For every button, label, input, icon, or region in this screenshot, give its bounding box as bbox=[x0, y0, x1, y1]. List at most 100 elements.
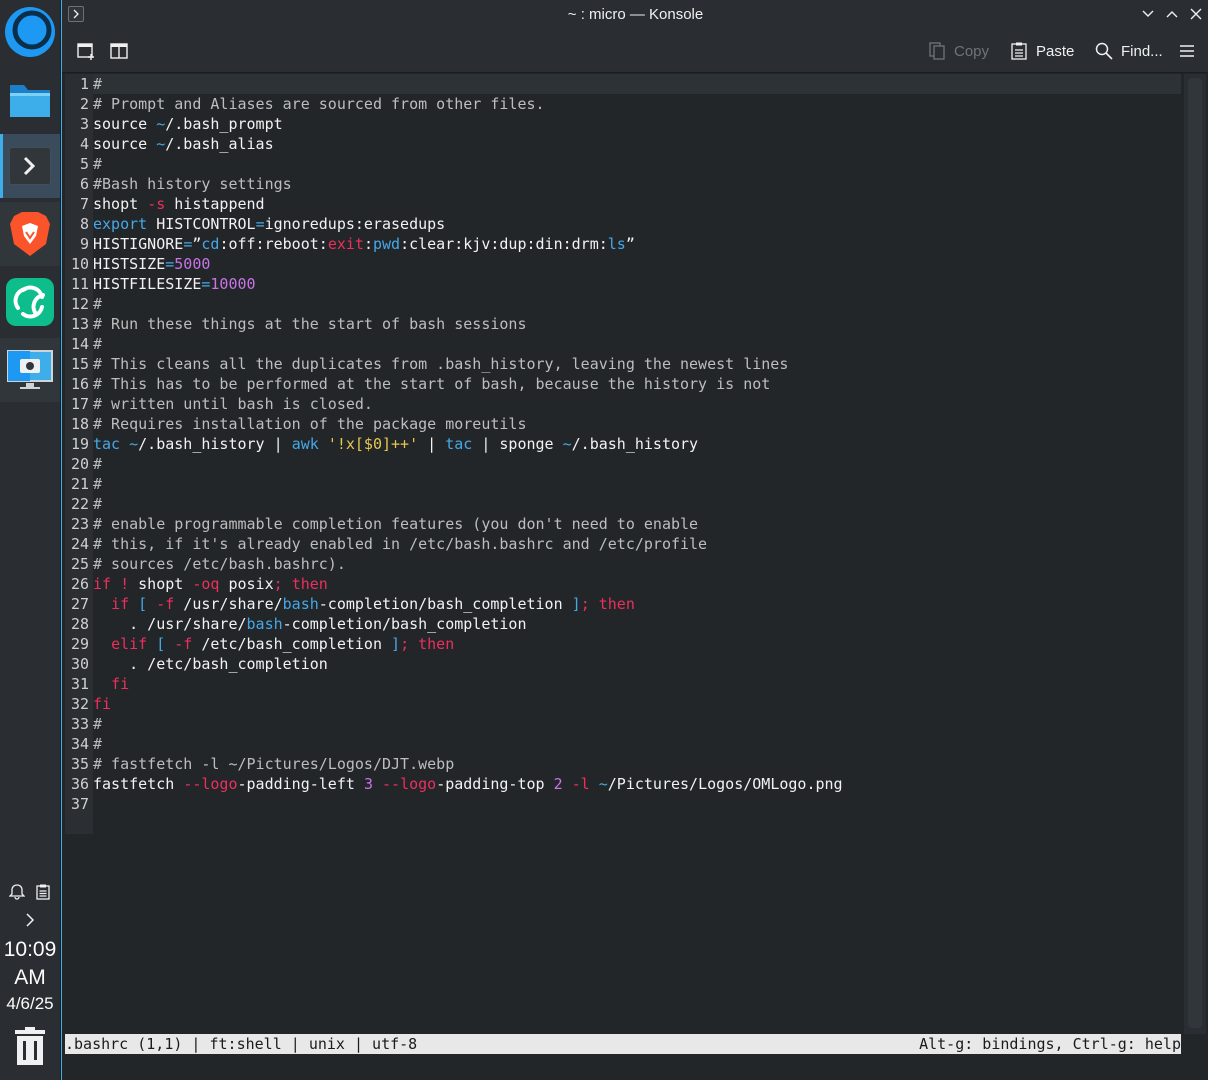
line-code: # bbox=[93, 75, 103, 93]
line-code: # sources /etc/bash.bashrc). bbox=[93, 555, 346, 573]
notification-bell-icon[interactable] bbox=[9, 884, 25, 900]
editor-line[interactable]: 19 tac ~/.bash_history | awk '!x[$0]++' |… bbox=[65, 434, 1181, 454]
maximize-chevron-icon[interactable] bbox=[1164, 6, 1180, 22]
editor-line[interactable]: 14 # bbox=[65, 334, 1181, 354]
editor-line[interactable]: 18 # Requires installation of the package… bbox=[65, 414, 1181, 434]
editor-line[interactable]: 35 # fastfetch -l ~/Pictures/Logos/DJT.we… bbox=[65, 754, 1181, 774]
hamburger-menu-button[interactable] bbox=[1178, 30, 1196, 72]
editor-line[interactable]: 8 export HISTCONTROL=ignoredups:erasedups bbox=[65, 214, 1181, 234]
line-code: # This has to be performed at the start … bbox=[93, 375, 771, 393]
editor-line[interactable]: 1 # bbox=[65, 74, 1181, 94]
line-number: 6 bbox=[65, 174, 93, 194]
line-code: tac ~/.bash_history | awk '!x[$0]++' | t… bbox=[93, 435, 699, 453]
line-number: 11 bbox=[65, 274, 93, 294]
trash-icon[interactable] bbox=[13, 1026, 47, 1066]
editor-line[interactable]: 32 fi bbox=[65, 694, 1181, 714]
tray-expand-chevron-icon[interactable] bbox=[22, 912, 38, 928]
editor-line[interactable]: 17 # written until bash is closed. bbox=[65, 394, 1181, 414]
editor-line[interactable]: 10 HISTSIZE=5000 bbox=[65, 254, 1181, 274]
file-manager-icon bbox=[10, 85, 50, 117]
editor-line[interactable]: 36 fastfetch --logo-padding-left 3 --logo… bbox=[65, 774, 1181, 794]
brave-browser-icon bbox=[10, 212, 50, 256]
line-number: 32 bbox=[65, 694, 93, 714]
scrollbar-handle[interactable] bbox=[1188, 78, 1202, 1028]
editor-line[interactable]: 22 # bbox=[65, 494, 1181, 514]
clock-ampm[interactable]: AM bbox=[0, 966, 60, 990]
brave-browser-button[interactable] bbox=[0, 202, 60, 266]
editor-line[interactable]: 11 HISTFILESIZE=10000 bbox=[65, 274, 1181, 294]
editor-line[interactable]: 13 # Run these things at the start of bas… bbox=[65, 314, 1181, 334]
app-launcher-button[interactable] bbox=[0, 0, 60, 64]
line-number: 7 bbox=[65, 194, 93, 214]
split-view-icon bbox=[110, 43, 128, 59]
editor-line[interactable]: 33 # bbox=[65, 714, 1181, 734]
line-number: 26 bbox=[65, 574, 93, 594]
line-code: shopt -s histappend bbox=[93, 195, 265, 213]
element-chat-button[interactable] bbox=[0, 270, 60, 334]
close-icon[interactable] bbox=[1188, 6, 1204, 22]
editor-line[interactable]: 3 source ~/.bash_prompt bbox=[65, 114, 1181, 134]
konsole-window: ~ : micro — Konsole Copy Paste Find... 1… bbox=[61, 0, 1208, 1080]
clipboard-icon[interactable] bbox=[35, 884, 51, 900]
editor-line[interactable]: 5 # bbox=[65, 154, 1181, 174]
copy-icon bbox=[929, 42, 945, 60]
konsole-icon bbox=[9, 147, 51, 185]
editor-line[interactable]: 15 # This cleans all the duplicates from … bbox=[65, 354, 1181, 374]
editor-line[interactable]: 34 # bbox=[65, 734, 1181, 754]
konsole-toolbar: Copy Paste Find... bbox=[62, 30, 1208, 73]
line-code: # This cleans all the duplicates from .b… bbox=[93, 355, 789, 373]
line-code: . /etc/bash_completion bbox=[93, 655, 328, 673]
line-number: 35 bbox=[65, 754, 93, 774]
line-code: # fastfetch -l ~/Pictures/Logos/DJT.webp bbox=[93, 755, 455, 773]
window-title: ~ : micro — Konsole bbox=[567, 6, 704, 23]
line-code: # written until bash is closed. bbox=[93, 395, 373, 413]
window-titlebar[interactable]: ~ : micro — Konsole bbox=[62, 0, 1208, 30]
line-number: 12 bbox=[65, 294, 93, 314]
line-number: 5 bbox=[65, 154, 93, 174]
editor-line[interactable]: 2 # Prompt and Aliases are sourced from o… bbox=[65, 94, 1181, 114]
minimize-chevron-icon[interactable] bbox=[1140, 6, 1156, 22]
line-code: fi bbox=[111, 675, 130, 693]
split-view-button[interactable] bbox=[109, 30, 129, 72]
vertical-scrollbar[interactable] bbox=[1184, 74, 1206, 1034]
editor-line[interactable]: 20 # bbox=[65, 454, 1181, 474]
line-number: 36 bbox=[65, 774, 93, 794]
file-manager-button[interactable] bbox=[0, 68, 60, 132]
clock-time[interactable]: 10:09 bbox=[0, 938, 60, 962]
line-number: 21 bbox=[65, 474, 93, 494]
editor-line[interactable]: 25 # sources /etc/bash.bashrc). bbox=[65, 554, 1181, 574]
editor-line[interactable]: 28 . /usr/share/bash-completion/bash_com… bbox=[65, 614, 1181, 634]
editor-line[interactable]: 31 fi bbox=[65, 674, 1181, 694]
line-code: fi bbox=[93, 695, 112, 713]
editor-line[interactable]: 23 # enable programmable completion featu… bbox=[65, 514, 1181, 534]
line-number: 28 bbox=[65, 614, 93, 634]
editor-line[interactable]: 21 # bbox=[65, 474, 1181, 494]
editor-line[interactable]: 26 if ! shopt -oq posix; then bbox=[65, 574, 1181, 594]
clock-date[interactable]: 4/6/25 bbox=[0, 994, 60, 1014]
editor-line[interactable]: 12 # bbox=[65, 294, 1181, 314]
line-number: 8 bbox=[65, 214, 93, 234]
editor-line[interactable]: 24 # this, if it's already enabled in /et… bbox=[65, 534, 1181, 554]
editor-line[interactable]: 9 HISTIGNORE=”cd:off:reboot:exit:pwd:clea… bbox=[65, 234, 1181, 254]
line-code: # bbox=[93, 455, 103, 473]
editor-line[interactable]: 7 shopt -s histappend bbox=[65, 194, 1181, 214]
find-button[interactable]: Find... bbox=[1095, 30, 1163, 72]
line-number: 20 bbox=[65, 454, 93, 474]
copy-button[interactable]: Copy bbox=[928, 30, 989, 72]
micro-statusbar: .bashrc (1,1) | ft:shell | unix | utf-8 … bbox=[65, 1034, 1181, 1054]
paste-button[interactable]: Paste bbox=[1010, 30, 1074, 72]
element-chat-icon bbox=[6, 278, 54, 326]
line-number: 14 bbox=[65, 334, 93, 354]
editor-line[interactable]: 30 . /etc/bash_completion bbox=[65, 654, 1181, 674]
new-tab-button[interactable] bbox=[76, 30, 96, 72]
line-number: 34 bbox=[65, 734, 93, 754]
editor-line[interactable]: 37 bbox=[65, 794, 1181, 814]
editor-line[interactable]: 16 # This has to be performed at the star… bbox=[65, 374, 1181, 394]
editor-line[interactable]: 27 if [ -f /usr/share/bash-completion/ba… bbox=[65, 594, 1181, 614]
editor-line[interactable]: 6 #Bash history settings bbox=[65, 174, 1181, 194]
screenshot-tool-button[interactable] bbox=[0, 338, 60, 402]
micro-editor-buffer[interactable]: 1 #2 # Prompt and Aliases are sourced from… bbox=[65, 74, 1181, 1034]
konsole-button[interactable] bbox=[0, 134, 60, 198]
editor-line[interactable]: 29 elif [ -f /etc/bash_completion ]; the… bbox=[65, 634, 1181, 654]
editor-line[interactable]: 4 source ~/.bash_alias bbox=[65, 134, 1181, 154]
